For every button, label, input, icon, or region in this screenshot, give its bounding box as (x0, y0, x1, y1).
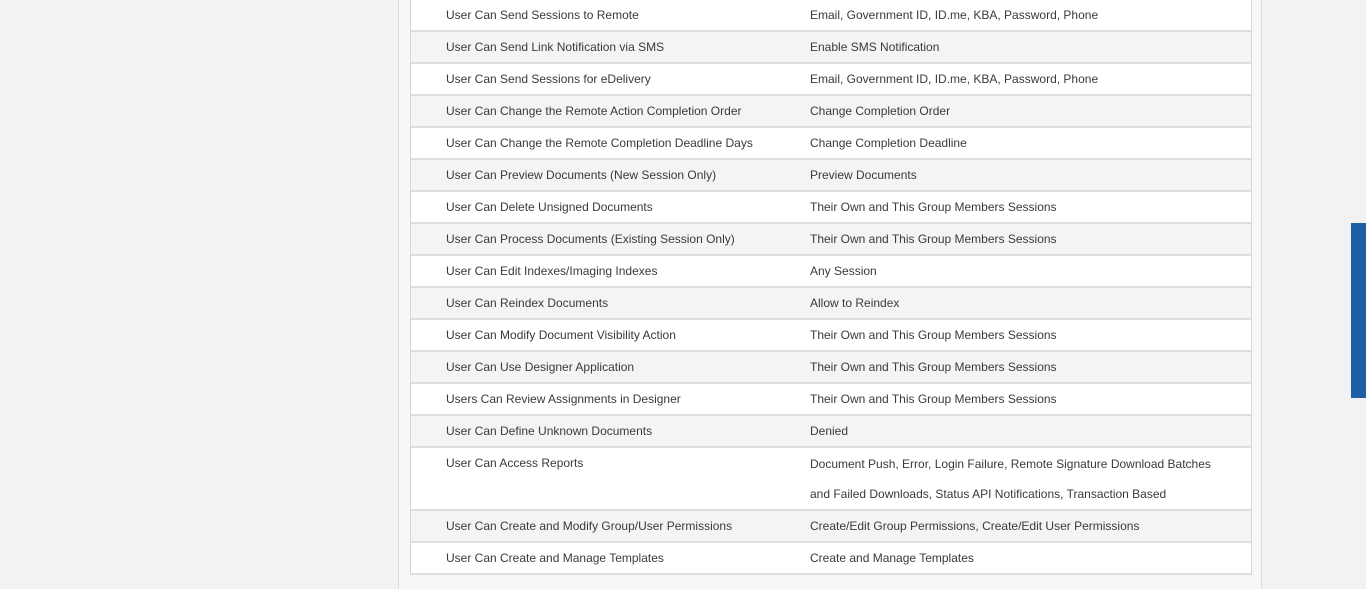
permission-label: Users Can Review Assignments in Designer (446, 392, 681, 406)
permission-value: Change Completion Order (810, 104, 951, 118)
permission-value: Email, Government ID, ID.me, KBA, Passwo… (810, 72, 1099, 86)
permission-value: Their Own and This Group Members Session… (810, 200, 1057, 214)
table-row: User Can Modify Document Visibility Acti… (411, 320, 1251, 352)
permission-value: Change Completion Deadline (810, 136, 967, 150)
permission-value: Their Own and This Group Members Session… (810, 360, 1057, 374)
permission-value: Email, Government ID, ID.me, KBA, Passwo… (810, 8, 1099, 22)
permission-value: Document Push, Error, Login Failure, Rem… (810, 457, 1211, 501)
permission-label: User Can Change the Remote Action Comple… (446, 104, 742, 118)
permission-label: User Can Define Unknown Documents (446, 424, 653, 438)
permission-value: Create and Manage Templates (810, 551, 974, 565)
permission-label: User Can Delete Unsigned Documents (446, 200, 653, 214)
permission-value: Create/Edit Group Permissions, Create/Ed… (810, 519, 1140, 533)
table-row: User Can Send Sessions for eDelivery Ema… (411, 64, 1251, 96)
table-row: User Can Define Unknown Documents Denied (411, 416, 1251, 448)
table-row: User Can Send Sessions to Remote Email, … (411, 0, 1251, 32)
permission-label: User Can Process Documents (Existing Ses… (446, 232, 735, 246)
permission-label: User Can Send Link Notification via SMS (446, 40, 665, 54)
permissions-table: User Can Send Sessions to Remote Email, … (410, 0, 1252, 575)
permission-label: User Can Reindex Documents (446, 296, 609, 310)
table-row: User Can Create and Modify Group/User Pe… (411, 511, 1251, 543)
permission-value: Their Own and This Group Members Session… (810, 392, 1057, 406)
table-row: User Can Process Documents (Existing Ses… (411, 224, 1251, 256)
table-row: User Can Reindex Documents Allow to Rein… (411, 288, 1251, 320)
table-row: User Can Use Designer Application Their … (411, 352, 1251, 384)
permission-label: User Can Send Sessions for eDelivery (446, 72, 651, 86)
table-row: User Can Change the Remote Completion De… (411, 128, 1251, 160)
permission-label: User Can Send Sessions to Remote (446, 8, 639, 22)
table-row: User Can Delete Unsigned Documents Their… (411, 192, 1251, 224)
permissions-panel: User Can Send Sessions to Remote Email, … (398, 0, 1262, 589)
permission-value: Their Own and This Group Members Session… (810, 232, 1057, 246)
table-row: Users Can Review Assignments in Designer… (411, 384, 1251, 416)
table-row: User Can Change the Remote Action Comple… (411, 96, 1251, 128)
permission-label: User Can Change the Remote Completion De… (446, 136, 753, 150)
permission-label: User Can Create and Modify Group/User Pe… (446, 519, 733, 533)
permission-label: User Can Modify Document Visibility Acti… (446, 328, 676, 342)
table-row: User Can Send Link Notification via SMS … (411, 32, 1251, 64)
table-row: User Can Access Reports Document Push, E… (411, 448, 1251, 511)
permission-value: Preview Documents (810, 168, 917, 182)
permission-value: Enable SMS Notification (810, 40, 940, 54)
table-row: User Can Preview Documents (New Session … (411, 160, 1251, 192)
permission-label: User Can Edit Indexes/Imaging Indexes (446, 264, 658, 278)
permission-value: Denied (810, 424, 849, 438)
permission-value: Any Session (810, 264, 877, 278)
permission-label: User Can Use Designer Application (446, 360, 635, 374)
permission-value: Their Own and This Group Members Session… (810, 328, 1057, 342)
table-row: User Can Edit Indexes/Imaging Indexes An… (411, 256, 1251, 288)
scrollbar-thumb[interactable] (1351, 223, 1366, 398)
permission-label: User Can Access Reports (446, 456, 584, 470)
permission-value: Allow to Reindex (810, 296, 900, 310)
permission-label: User Can Preview Documents (New Session … (446, 168, 717, 182)
permission-label: User Can Create and Manage Templates (446, 551, 664, 565)
table-row: User Can Create and Manage Templates Cre… (411, 543, 1251, 575)
